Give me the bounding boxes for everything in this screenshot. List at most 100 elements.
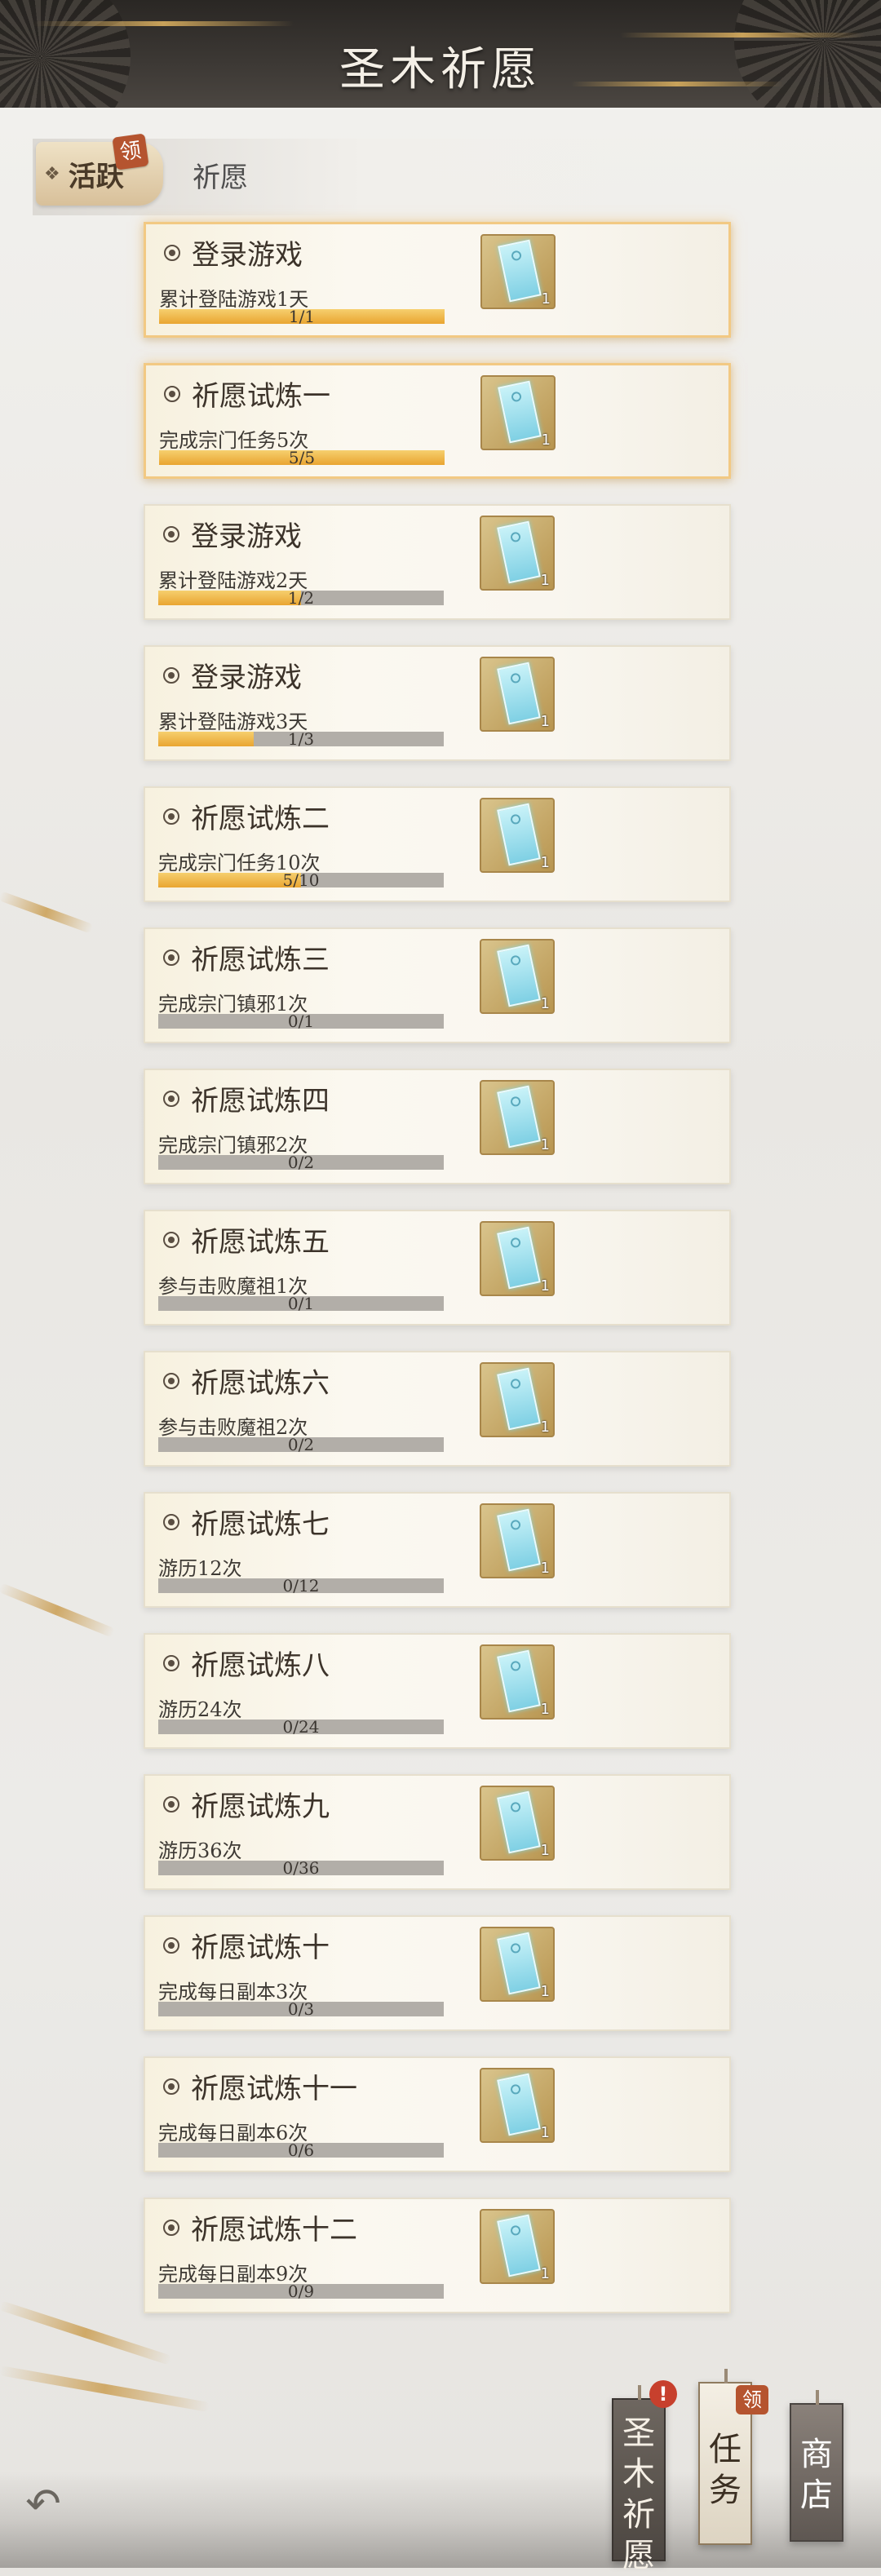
progress-bar: 0/9: [158, 2283, 444, 2299]
progress-bar: 0/6: [158, 2142, 444, 2158]
talisman-icon: [497, 1508, 541, 1572]
talisman-icon: [497, 1649, 541, 1713]
task-title: 祈愿试炼十一: [163, 2066, 357, 2106]
reward-quantity: 1: [540, 995, 550, 1012]
task-card[interactable]: 祈愿试炼十二 完成每日副本9次 0/9 1: [144, 2198, 731, 2313]
task-description: 累计登陆游戏2天: [158, 569, 308, 592]
task-card[interactable]: 祈愿试炼五 参与击败魔祖1次 0/1 1: [144, 1210, 731, 1326]
tab-wish[interactable]: 祈愿: [193, 155, 248, 195]
progress-bar: 5/5: [159, 449, 445, 466]
progress-bar: 0/3: [158, 1999, 444, 2019]
nav-wish-char: 愿: [622, 2537, 655, 2574]
progress-text: 0/1: [287, 1294, 315, 1313]
talisman-icon: [497, 662, 541, 725]
tassel-decoration: [638, 2385, 641, 2400]
bullet-icon: [163, 1936, 179, 1954]
task-card[interactable]: 祈愿试炼四 完成宗门镇邪2次 0/2 1: [144, 1069, 731, 1184]
progress-text: 5/10: [282, 870, 320, 890]
progress-text: 0/36: [282, 1858, 320, 1878]
task-card[interactable]: 祈愿试炼三 完成宗门镇邪1次 0/1 1: [144, 927, 731, 1043]
reward-item[interactable]: 1: [480, 375, 556, 450]
task-card[interactable]: 祈愿试炼八 游历24次 0/24 1: [144, 1633, 731, 1749]
task-title-text: 祈愿试炼十: [191, 1932, 330, 1964]
nav-wish-char: 祈: [622, 2496, 655, 2534]
task-card[interactable]: 祈愿试炼九 游历36次 0/36 1: [144, 1774, 731, 1890]
task-description: 完成每日副本3次: [158, 1981, 308, 2003]
reward-item[interactable]: 1: [480, 2068, 555, 2143]
task-description: 参与击败魔祖1次: [158, 1275, 308, 1298]
reward-item[interactable]: 1: [480, 1080, 555, 1155]
progress-text: 0/12: [282, 1576, 320, 1596]
task-title-text: 登录游戏: [191, 662, 302, 694]
task-title: 祈愿试炼四: [163, 1078, 330, 1118]
task-card[interactable]: 祈愿试炼十一 完成每日副本6次 0/6 1: [144, 2056, 731, 2172]
task-card[interactable]: 祈愿试炼二 完成宗门任务10次 5/10 1: [144, 786, 731, 902]
task-title-text: 祈愿试炼十二: [191, 2214, 357, 2246]
task-description: 完成每日副本6次: [158, 2122, 308, 2144]
bullet-icon: [163, 525, 179, 542]
talisman-icon: [497, 1932, 541, 1995]
talisman-icon: [497, 803, 541, 866]
task-title-text: 祈愿试炼一: [192, 380, 330, 413]
task-card[interactable]: 祈愿试炼十 完成每日副本3次 0/3 1: [144, 1915, 731, 2031]
talisman-icon: [497, 1226, 541, 1290]
bullet-icon: [163, 2219, 179, 2236]
task-card[interactable]: 登录游戏 累计登陆游戏3天 1/3 1: [144, 645, 731, 761]
bullet-icon: [163, 2078, 179, 2095]
reward-item[interactable]: 1: [480, 234, 556, 309]
bullet-icon: [163, 1654, 179, 1671]
title-bar: 圣木祈愿: [0, 0, 881, 108]
bullet-icon: [163, 1372, 179, 1389]
talisman-icon: [498, 380, 542, 444]
bullet-icon: [163, 1795, 179, 1812]
task-card[interactable]: 祈愿试炼一 完成宗门任务5次 5/5 1: [144, 363, 731, 479]
task-description: 参与击败魔祖2次: [158, 1416, 308, 1439]
back-arrow-icon[interactable]: ↶: [15, 2480, 72, 2529]
talisman-icon: [497, 1085, 541, 1149]
task-description: 累计登陆游戏3天: [158, 710, 308, 733]
reward-quantity: 1: [540, 713, 550, 730]
reward-item[interactable]: 1: [480, 1927, 555, 2002]
reward-item[interactable]: 1: [480, 1221, 555, 1296]
reward-item[interactable]: 1: [480, 1503, 555, 1578]
progress-text: 0/3: [287, 1999, 315, 2019]
task-card[interactable]: 祈愿试炼六 参与击败魔祖2次 0/2 1: [144, 1351, 731, 1467]
progress-text: 1/2: [287, 588, 315, 608]
progress-bar: 1/2: [158, 588, 444, 608]
task-card[interactable]: 祈愿试炼七 游历12次 0/12 1: [144, 1492, 731, 1608]
progress-text: 0/2: [287, 1153, 315, 1172]
reward-item[interactable]: 1: [480, 1362, 555, 1437]
task-title-text: 祈愿试炼六: [191, 1367, 330, 1400]
progress-text: 0/2: [287, 1435, 315, 1454]
tassel-decoration: [724, 2369, 728, 2383]
progress-bar: 0/1: [158, 1294, 444, 1313]
nav-task-char: 任: [709, 2431, 742, 2468]
task-title-text: 祈愿试炼二: [191, 803, 330, 835]
reward-item[interactable]: 1: [480, 657, 555, 732]
progress-bar: 0/12: [158, 1576, 444, 1596]
task-description: 游历12次: [158, 1557, 242, 1580]
task-title: 祈愿试炼三: [163, 937, 330, 977]
reward-item[interactable]: 1: [480, 516, 555, 591]
tassel-decoration: [816, 2390, 819, 2405]
reward-item[interactable]: 1: [480, 939, 555, 1014]
reward-item[interactable]: 1: [480, 2209, 555, 2284]
bullet-icon: [163, 1513, 179, 1530]
task-title: 祈愿试炼十二: [163, 2207, 357, 2247]
bullet-icon: [164, 244, 180, 261]
task-title: 祈愿试炼二: [163, 796, 330, 836]
talisman-icon: [498, 239, 542, 303]
nav-shop-button[interactable]: 商 店: [790, 2390, 843, 2542]
task-title: 祈愿试炼十: [163, 1925, 330, 1965]
reward-item[interactable]: 1: [480, 1644, 555, 1720]
talisman-icon: [497, 2073, 541, 2136]
reward-quantity: 1: [540, 1419, 550, 1436]
task-title: 祈愿试炼六: [163, 1361, 330, 1401]
reward-item[interactable]: 1: [480, 1786, 555, 1861]
task-card[interactable]: 登录游戏 累计登陆游戏2天 1/2 1: [144, 504, 731, 620]
reward-quantity: 1: [541, 432, 551, 449]
nav-wish-button[interactable]: 圣 木 祈 愿: [612, 2385, 666, 2574]
reward-quantity: 1: [540, 854, 550, 871]
task-card[interactable]: 登录游戏 累计登陆游戏1天 1/1 1: [144, 222, 731, 338]
reward-item[interactable]: 1: [480, 798, 555, 873]
